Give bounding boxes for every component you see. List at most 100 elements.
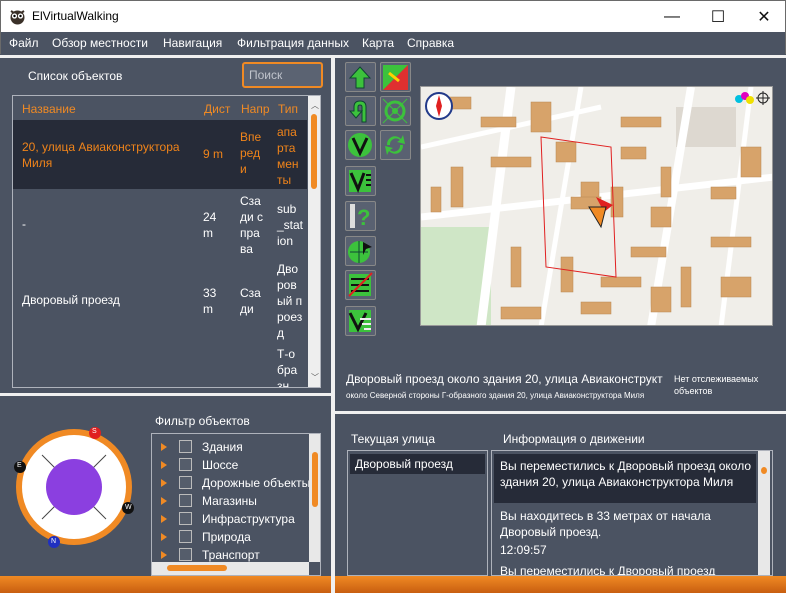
filter-checkbox[interactable] [179,512,192,525]
track-target-button[interactable] [380,96,411,126]
filter-checkbox[interactable] [179,494,192,507]
direction-list-button[interactable] [345,166,376,196]
maximize-button[interactable]: ☐ [695,1,741,32]
filter-scroll-thumb[interactable] [312,452,318,507]
filter-item[interactable]: Магазины [152,494,309,512]
menu-overview[interactable]: Обзор местности [52,36,148,50]
close-button[interactable]: ✕ [741,1,786,32]
movement-info-list: Вы переместились к Дворовый проезд около… [491,450,773,576]
hide-objects-button[interactable] [345,270,376,300]
objects-table: Название Дист Напр Тип 20, улица Авиакон… [12,95,321,388]
look-around-button[interactable] [345,236,376,266]
title-bar: ElVirtualWalking — ☐ ✕ [0,0,786,32]
list-check-icon [348,310,371,333]
menu-file[interactable]: Файл [9,36,39,50]
filter-checkbox[interactable] [179,440,192,453]
table-row[interactable]: Дворовый проезд 33 m Сзади Дворовый прое… [13,256,307,340]
movement-scrollbar[interactable] [758,451,770,575]
movement-scroll-thumb[interactable] [761,467,767,474]
expand-arrow-icon[interactable] [161,443,167,451]
filter-hscrollbar[interactable] [152,562,309,575]
move-forward-button[interactable] [345,62,376,92]
left-splitter[interactable] [0,393,331,396]
expand-arrow-icon[interactable] [161,461,167,469]
filter-checkbox[interactable] [179,458,192,471]
scroll-down-icon[interactable]: ﹀ [311,372,319,383]
expand-arrow-icon[interactable] [161,551,167,559]
table-row[interactable]: - 24 m Сзади справа sub_station [13,189,307,256]
tracking-status-2: объектов [674,386,713,396]
minimize-button[interactable]: — [649,1,695,32]
filter-item[interactable]: Инфраструктура [152,512,309,530]
filter-item-label: Транспорт [202,548,260,562]
filter-checkbox[interactable] [179,476,192,489]
right-splitter[interactable] [335,411,786,414]
compass-widget[interactable] [12,425,137,550]
objects-list-title: Список объектов [28,69,123,83]
column-name[interactable]: Название [22,102,76,116]
filter-hscroll-thumb[interactable] [167,565,227,571]
expand-arrow-icon[interactable] [161,497,167,505]
menu-navigation[interactable]: Навигация [163,36,222,50]
expand-arrow-icon[interactable] [161,479,167,487]
current-street-title: Текущая улица [351,432,436,446]
table-row[interactable]: Т-образн [13,340,307,387]
movement-timestamp: 12:09:57 [500,543,547,557]
current-street-item[interactable]: Дворовый проезд [350,454,485,474]
status-bar-right [335,576,786,593]
compass-south-label: S [92,428,97,435]
expand-arrow-icon[interactable] [161,533,167,541]
arrow-up-icon [348,66,372,89]
row-name: - [22,217,26,231]
separator-top [0,55,786,58]
scroll-up-icon[interactable]: ︿ [311,100,319,111]
row-type: апартаменты [277,125,299,187]
menu-help[interactable]: Справка [407,36,454,50]
select-direction-button[interactable] [345,130,376,160]
map-view[interactable] [420,86,773,326]
scroll-thumb[interactable] [311,114,317,189]
direction-list-icon [349,170,371,193]
column-distance[interactable]: Дист [204,102,230,116]
expand-arrow-icon[interactable] [161,515,167,523]
tracking-status: Нет отслеживаемых [674,374,759,384]
filter-checkbox[interactable] [179,530,192,543]
objects-scrollbar[interactable]: ︿ ﹀ [308,96,320,387]
refresh-icon [385,135,405,155]
row-distance: 9 m [203,147,224,161]
where-am-i-button[interactable]: ? [345,201,376,231]
filter-item-label: Магазины [202,494,257,508]
map-compass-icon [425,92,453,120]
movement-message[interactable]: Вы находитесь в 33 метрах от начала Двор… [494,505,756,540]
svg-text:?: ? [357,205,370,230]
search-input[interactable]: Поиск [242,62,323,88]
filter-item[interactable]: Природа [152,530,309,548]
row-name: Дворовый проезд [22,293,120,307]
menu-data-filter[interactable]: Фильтрация данных [237,36,349,50]
question-icon: ? [350,204,370,230]
map-canvas[interactable] [421,87,773,326]
show-objects-button[interactable] [345,306,376,336]
table-row[interactable]: 20, улица Авиаконструктора Миля 9 m Впер… [13,120,307,189]
menu-map[interactable]: Карта [362,36,394,50]
filter-item[interactable]: Шоссе [152,458,309,476]
movement-message[interactable]: Вы переместились к Дворовый проезд около… [494,454,756,503]
window-title: ElVirtualWalking [32,9,119,23]
map-layer-button[interactable] [380,62,411,92]
filter-item-label: Шоссе [202,458,239,472]
row-direction: Сзади [240,286,261,316]
filter-item[interactable]: Дорожные объекты [152,476,310,494]
filter-scrollbar[interactable] [309,434,320,562]
movement-message[interactable]: Вы переместились к Дворовый проезд [500,564,715,575]
filter-item[interactable]: Здания [152,440,309,458]
filter-checkbox[interactable] [179,548,192,561]
column-type[interactable]: Тип [278,102,298,116]
column-direction[interactable]: Напр [241,102,269,116]
filter-tree: Здания Шоссе Дорожные объекты Магазины Инфра… [151,433,321,576]
map-color-settings-icon[interactable] [733,89,773,107]
row-name: 20, улица Авиаконструктора Миля [22,140,180,170]
vertical-splitter[interactable] [331,58,335,593]
refresh-button[interactable] [380,130,411,160]
turn-back-button[interactable] [345,96,376,126]
owl-app-icon [10,10,25,25]
